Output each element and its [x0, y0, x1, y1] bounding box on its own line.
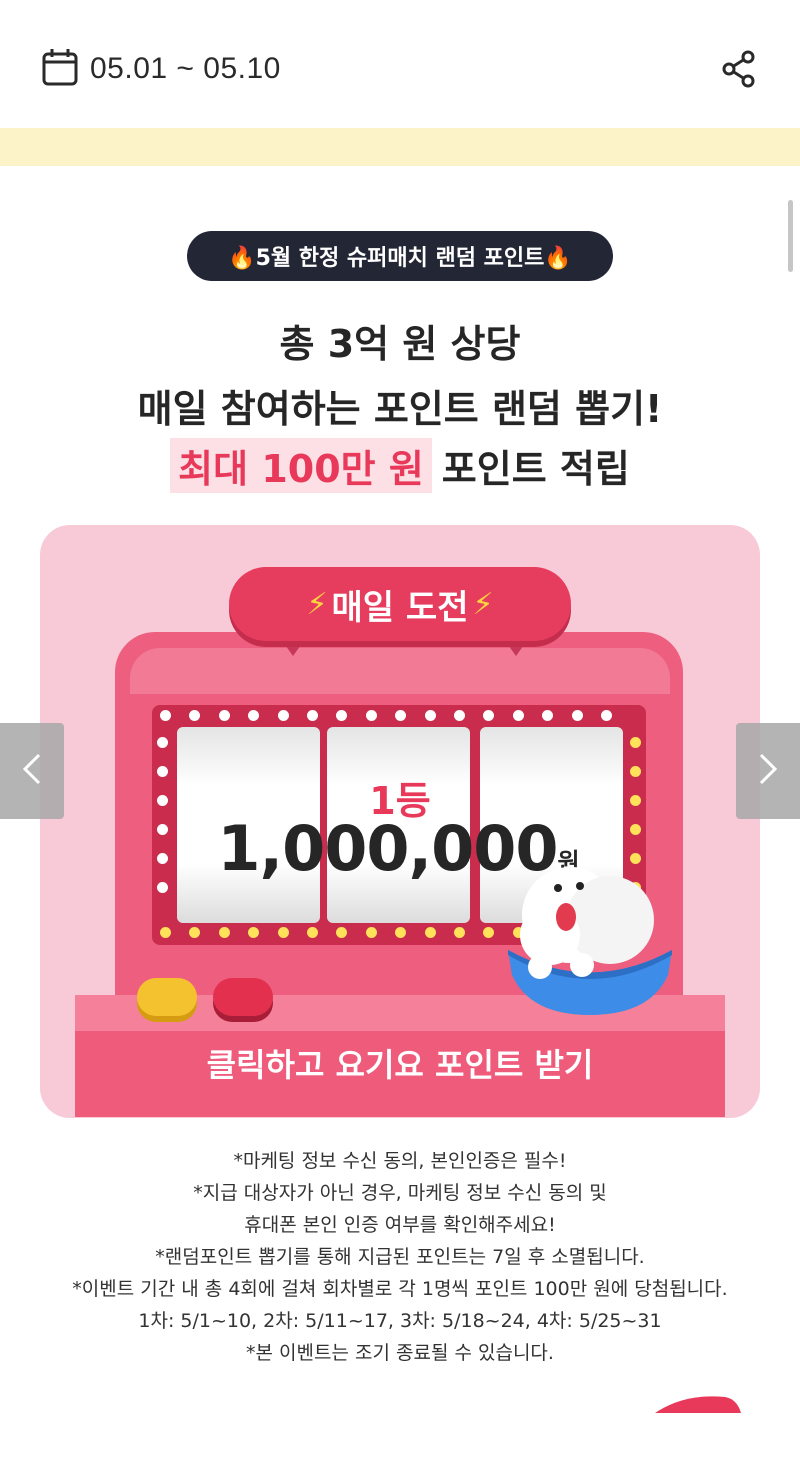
marquee-light — [157, 853, 168, 864]
calendar-icon — [42, 48, 78, 90]
marquee-light — [601, 710, 612, 721]
marquee-light — [424, 710, 436, 721]
event-badge: 🔥5월 한정 슈퍼매치 랜덤 포인트🔥 — [187, 231, 613, 281]
notice-band — [0, 128, 800, 166]
marquee-light — [160, 710, 171, 721]
pin-left — [283, 642, 303, 656]
marquee-light — [512, 710, 524, 721]
marquee-light — [307, 927, 318, 938]
top-bar: 05.01 ~ 05.10 — [0, 0, 800, 130]
headline-daily-draw: 매일 참여하는 포인트 랜덤 뽑기! — [137, 387, 663, 431]
marquee-light — [160, 927, 171, 938]
marquee-light — [157, 882, 168, 893]
marquee-light — [630, 795, 641, 806]
note-line: *랜덤포인트 뽑기를 통해 지급된 포인트는 7일 후 소멸됩니다. — [155, 1246, 645, 1268]
carousel-next-button[interactable] — [736, 723, 800, 819]
marquee-light — [277, 927, 289, 938]
daily-challenge-sign: ⚡ 매일 도전 ⚡ — [229, 567, 571, 641]
marquee-light — [365, 927, 377, 938]
marquee-light — [630, 824, 641, 835]
marquee-light — [571, 710, 583, 721]
note-line: *이벤트 기간 내 총 4회에 걸쳐 회차별로 각 1명씩 포인트 100만 원… — [72, 1278, 728, 1300]
share-icon[interactable] — [718, 48, 760, 90]
red-button — [213, 978, 273, 1016]
get-points-button[interactable]: 클릭하고 요기요 포인트 받기 — [75, 1040, 725, 1086]
next-banner-peek — [655, 1393, 745, 1413]
note-line: *지급 대상자가 아닌 경우, 마케팅 정보 수신 동의 및 — [193, 1182, 607, 1204]
chevron-right-icon — [757, 752, 779, 790]
marquee-light — [365, 710, 377, 721]
marquee-light — [630, 766, 641, 777]
marquee-light — [454, 927, 465, 938]
note-line: *본 이벤트는 조기 종료될 수 있습니다. — [246, 1342, 554, 1364]
chevron-left-icon — [21, 752, 43, 790]
marquee-light — [307, 710, 318, 721]
headline-total: 총 3억 원 상당 — [279, 322, 521, 366]
marquee-light — [218, 710, 230, 721]
yellow-button — [137, 978, 197, 1016]
lightning-icon: ⚡ — [306, 586, 328, 622]
marquee-light — [277, 710, 289, 721]
headline-highlight: 최대 100만 원 — [170, 438, 432, 493]
carousel-prev-button[interactable] — [0, 723, 64, 819]
scrollbar[interactable] — [788, 200, 793, 272]
note-line: 휴대폰 본인 인증 여부를 확인해주세요! — [244, 1214, 556, 1236]
date-range: 05.01 ~ 05.10 — [90, 52, 281, 85]
daily-challenge-label: 매일 도전 — [331, 587, 469, 628]
marquee-light — [157, 766, 168, 777]
event-notes: *마케팅 정보 수신 동의, 본인인증은 필수! *지급 대상자가 아닌 경우,… — [0, 1145, 800, 1369]
marquee-light — [157, 737, 168, 748]
marquee-light — [157, 795, 168, 806]
marquee-light — [424, 927, 436, 938]
mascot-icon — [500, 855, 680, 1020]
pin-right — [506, 642, 526, 656]
marquee-light — [630, 737, 641, 748]
event-period: 05.01 ~ 05.10 — [42, 48, 281, 90]
slot-machine-top — [130, 648, 670, 694]
marquee-light — [157, 824, 168, 835]
marquee-light — [218, 927, 230, 938]
lightning-icon: ⚡ — [472, 586, 494, 622]
headline-max-points: 최대 100만 원 포인트 적립 — [0, 438, 800, 493]
note-line: 1차: 5/1~10, 2차: 5/11~17, 3차: 5/18~24, 4차… — [138, 1310, 662, 1332]
note-line: *마케팅 정보 수신 동의, 본인인증은 필수! — [233, 1150, 567, 1172]
headline-rest: 포인트 적립 — [441, 447, 630, 491]
marquee-light — [454, 710, 465, 721]
